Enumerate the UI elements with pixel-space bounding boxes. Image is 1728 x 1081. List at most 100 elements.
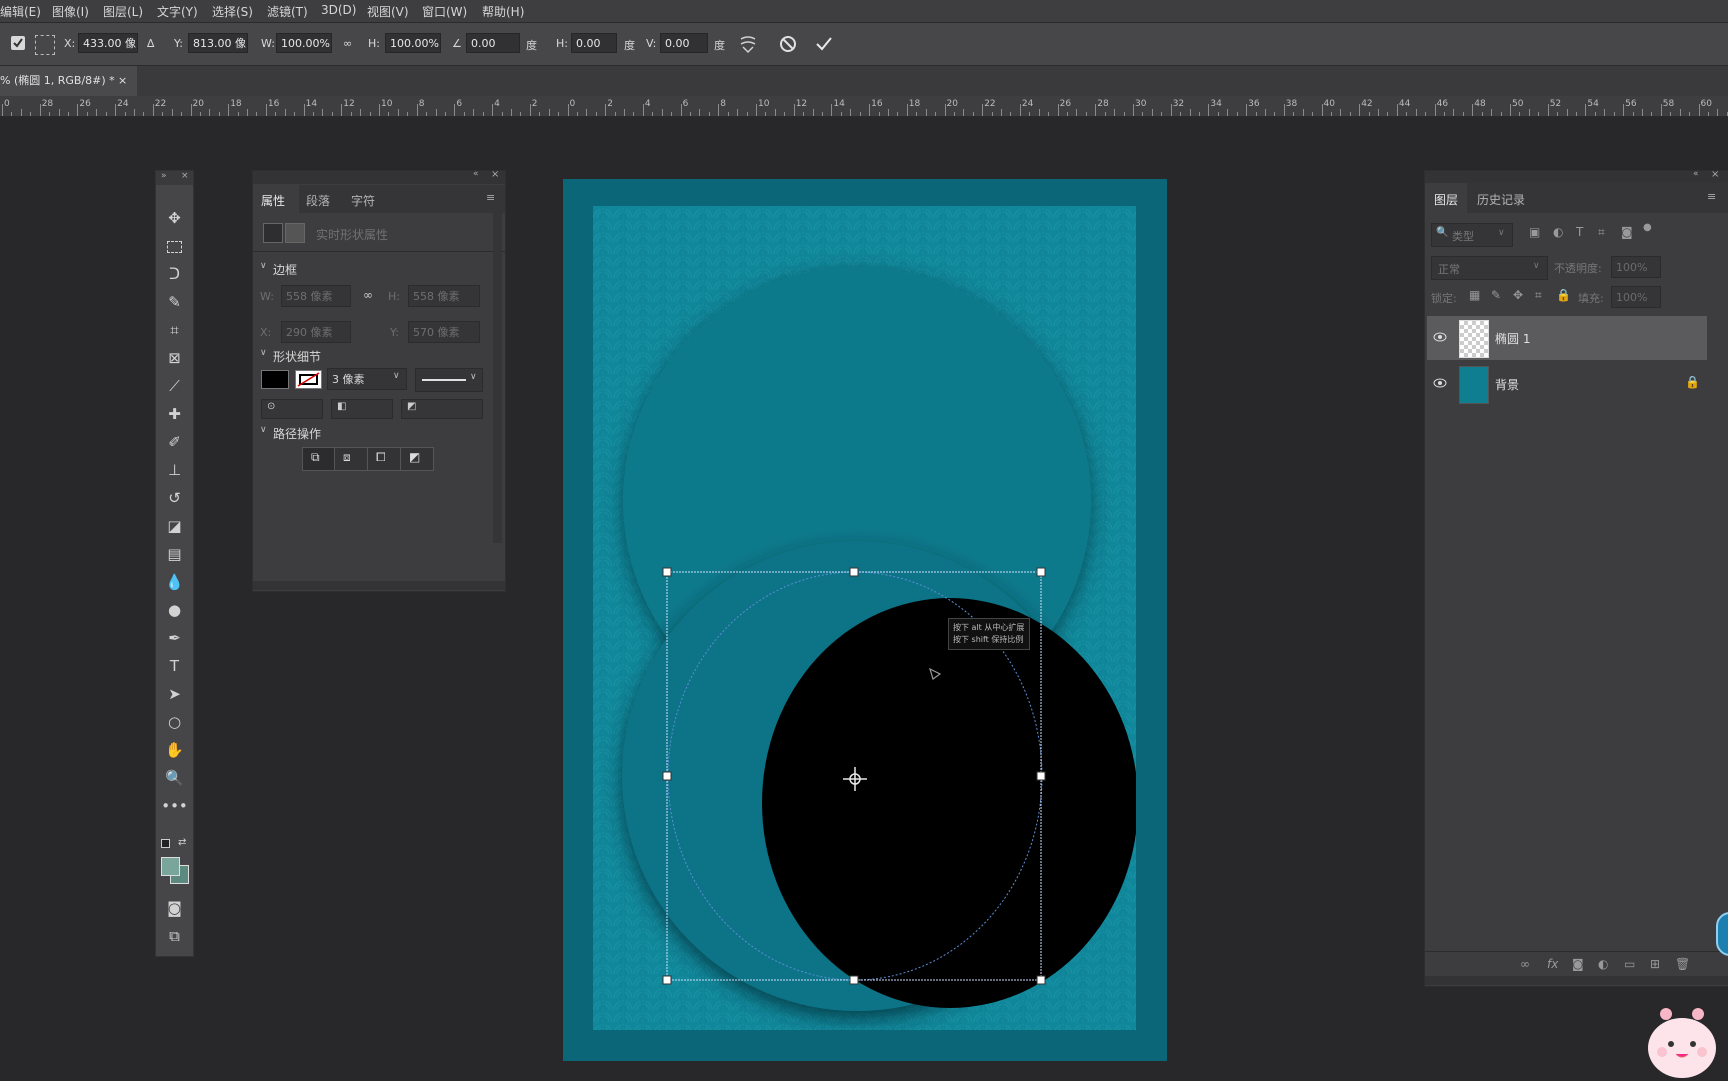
layer-row-background[interactable]: 背景 🔒 bbox=[1427, 362, 1707, 406]
link-layers-icon[interactable]: ∞ bbox=[1520, 957, 1530, 971]
filter-adjustment-icon[interactable]: ◐ bbox=[1553, 225, 1563, 239]
stroke-join-select[interactable]: ◩ bbox=[401, 399, 483, 419]
combine-shapes-button[interactable]: ⧉ bbox=[302, 447, 335, 471]
brush-tool-icon[interactable]: ✐ bbox=[156, 429, 193, 455]
w-field[interactable]: 558 像素 bbox=[281, 285, 351, 307]
hand-tool-icon[interactable]: ✋ bbox=[156, 737, 193, 763]
panel-menu-icon[interactable]: ≡ bbox=[486, 191, 495, 204]
blend-mode-select[interactable]: 正常 ∨ bbox=[1431, 256, 1548, 280]
exclude-overlap-button[interactable]: ◩ bbox=[400, 447, 434, 471]
menu-window[interactable]: 窗口(W) bbox=[422, 3, 467, 20]
menu-filter[interactable]: 滤镜(T) bbox=[267, 3, 308, 20]
type-tool-icon[interactable]: T bbox=[156, 653, 193, 679]
transform-handle-bottom[interactable] bbox=[849, 975, 859, 985]
menu-image[interactable]: 图像(I) bbox=[52, 3, 89, 20]
opacity-input[interactable]: 100% bbox=[1611, 256, 1661, 278]
delete-layer-icon[interactable]: 🗑 bbox=[1675, 957, 1690, 971]
dodge-tool-icon[interactable]: ● bbox=[156, 597, 193, 623]
move-tool-icon[interactable]: ✥ bbox=[156, 205, 193, 231]
clone-stamp-tool-icon[interactable]: ⊥ bbox=[156, 457, 193, 483]
menu-3d[interactable]: 3D(D) bbox=[321, 3, 356, 17]
warp-icon[interactable] bbox=[738, 34, 758, 54]
quick-select-tool-icon[interactable]: ✎ bbox=[156, 289, 193, 315]
filter-toggle-icon[interactable]: ● bbox=[1643, 222, 1652, 233]
collapse-icon[interactable]: « bbox=[1693, 169, 1699, 179]
blur-tool-icon[interactable]: 💧 bbox=[156, 569, 193, 595]
chevron-down-icon[interactable]: ∨ bbox=[260, 348, 267, 358]
menu-type[interactable]: 文字(Y) bbox=[157, 3, 198, 20]
layer-thumbnail-ellipse[interactable] bbox=[1459, 320, 1489, 358]
healing-brush-tool-icon[interactable]: ✚ bbox=[156, 401, 193, 427]
tab-paragraph[interactable]: 段落 bbox=[306, 192, 330, 209]
swap-colors-icon[interactable]: ⇄ bbox=[178, 837, 186, 848]
new-layer-icon[interactable]: ⊞ bbox=[1650, 957, 1660, 971]
close-icon[interactable]: × bbox=[181, 171, 189, 181]
eyedropper-tool-icon[interactable]: ⟋ bbox=[156, 373, 193, 399]
filter-shape-icon[interactable]: ⌗ bbox=[1598, 225, 1605, 240]
tab-properties[interactable]: 属性 bbox=[261, 192, 285, 209]
new-group-icon[interactable]: ▭ bbox=[1624, 957, 1635, 971]
filter-smart-object-icon[interactable]: ◙ bbox=[1621, 225, 1633, 239]
layer-name-background[interactable]: 背景 bbox=[1495, 376, 1519, 393]
layer-thumbnail-background[interactable] bbox=[1459, 366, 1489, 404]
x-input[interactable]: 433.00 像 bbox=[78, 33, 138, 53]
adjustment-layer-icon[interactable]: ◐ bbox=[1598, 957, 1608, 971]
reference-point-icon[interactable] bbox=[35, 35, 55, 55]
x-field[interactable]: 290 像素 bbox=[281, 321, 351, 343]
tools-panel-header[interactable]: » × bbox=[156, 171, 193, 185]
crop-tool-icon[interactable]: ⌗ bbox=[156, 317, 193, 343]
intersect-shapes-button[interactable]: ⧠ bbox=[367, 447, 401, 471]
chevron-down-icon[interactable]: ∨ bbox=[393, 371, 400, 381]
zoom-tool-icon[interactable]: 🔍 bbox=[156, 765, 193, 791]
filter-type-icon[interactable]: T bbox=[1576, 225, 1583, 239]
close-icon[interactable]: × bbox=[491, 169, 499, 180]
collapse-icon[interactable]: » bbox=[161, 171, 167, 181]
menu-help[interactable]: 帮助(H) bbox=[482, 3, 524, 20]
foreground-color-swatch[interactable] bbox=[161, 857, 180, 876]
lock-all-icon[interactable]: 🔒 bbox=[1556, 288, 1571, 302]
transform-handle-top-right[interactable] bbox=[1036, 567, 1046, 577]
transform-handle-right[interactable] bbox=[1036, 771, 1046, 781]
transform-handle-left[interactable] bbox=[662, 771, 672, 781]
filter-pixel-icon[interactable]: ▣ bbox=[1529, 225, 1540, 239]
layer-name-ellipse[interactable]: 椭圆 1 bbox=[1495, 330, 1530, 347]
stroke-cap-select[interactable]: ◧ bbox=[331, 399, 393, 419]
close-tab-icon[interactable]: × bbox=[118, 66, 127, 96]
stroke-color-swatch[interactable] bbox=[295, 370, 322, 389]
y-input[interactable]: 813.00 像 bbox=[188, 33, 248, 53]
transform-checkbox[interactable] bbox=[11, 36, 25, 50]
history-brush-tool-icon[interactable]: ↺ bbox=[156, 485, 193, 511]
menu-layer[interactable]: 图层(L) bbox=[103, 3, 143, 20]
ellipse-tool-icon[interactable]: ○ bbox=[156, 709, 193, 735]
quick-mask-icon[interactable]: ◙ bbox=[156, 895, 193, 921]
angle-input[interactable]: 0.00 bbox=[466, 33, 520, 53]
visibility-eye-icon[interactable] bbox=[1433, 331, 1447, 343]
hskew-input[interactable]: 0.00 bbox=[571, 33, 617, 53]
lock-position-icon[interactable]: ✥ bbox=[1513, 288, 1523, 302]
lock-artboard-icon[interactable]: ⌗ bbox=[1535, 288, 1542, 303]
fx-icon[interactable]: fx bbox=[1547, 957, 1558, 971]
tab-layers[interactable]: 图层 bbox=[1434, 191, 1458, 208]
stroke-align-select[interactable]: ⊙ bbox=[261, 399, 323, 419]
commit-transform-icon[interactable] bbox=[814, 34, 834, 54]
chevron-down-icon[interactable]: ∨ bbox=[260, 425, 267, 435]
lock-transparent-icon[interactable]: ▦ bbox=[1469, 288, 1480, 302]
layers-resize-handle[interactable] bbox=[1425, 976, 1728, 985]
transform-handle-top[interactable] bbox=[849, 567, 859, 577]
properties-resize-handle[interactable] bbox=[253, 581, 505, 590]
transform-handle-top-left[interactable] bbox=[662, 567, 672, 577]
y-field[interactable]: 570 像素 bbox=[408, 321, 480, 343]
gradient-tool-icon[interactable]: ▤ bbox=[156, 541, 193, 567]
frame-tool-icon[interactable]: ⊠ bbox=[156, 345, 193, 371]
panel-menu-icon[interactable]: ≡ bbox=[1707, 190, 1716, 203]
tab-character[interactable]: 字符 bbox=[351, 192, 375, 209]
chevron-down-icon[interactable]: ∨ bbox=[260, 261, 267, 271]
transform-handle-bottom-right[interactable] bbox=[1036, 975, 1046, 985]
lock-pixels-icon[interactable]: ✎ bbox=[1491, 288, 1501, 302]
w-input[interactable]: 100.00% bbox=[276, 33, 332, 53]
pen-tool-icon[interactable]: ✒ bbox=[156, 625, 193, 651]
transform-handle-bottom-left[interactable] bbox=[662, 975, 672, 985]
more-tools-icon[interactable]: ••• bbox=[156, 793, 193, 819]
menu-select[interactable]: 选择(S) bbox=[212, 3, 253, 20]
h-field[interactable]: 558 像素 bbox=[408, 285, 480, 307]
